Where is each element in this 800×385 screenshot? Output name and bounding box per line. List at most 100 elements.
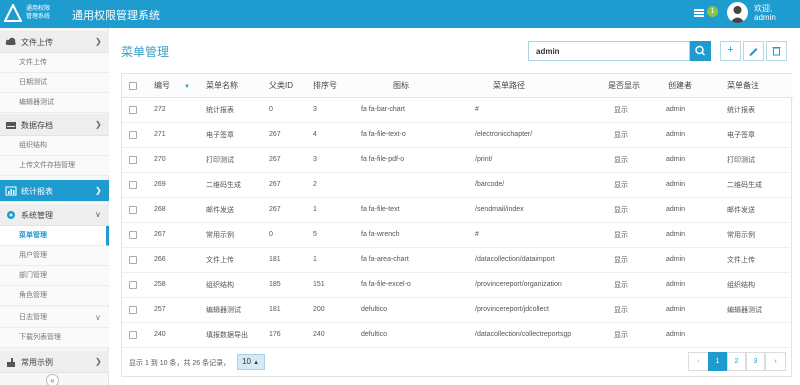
cell-icon: fa fa-file-excel-o — [355, 272, 447, 298]
cell-visible: 显示 — [590, 247, 656, 273]
cell-menu-name: 邮件发送 — [192, 197, 255, 223]
chevron-right-icon: ❯ — [95, 186, 102, 195]
user-greeting[interactable]: 欢迎, admin — [754, 4, 776, 22]
table-row[interactable]: 266 文件上传 181 1 fa fa-area-chart/datacollecti… — [122, 247, 793, 273]
search-button[interactable] — [690, 41, 711, 61]
table-body: 272 统计报表 0 3 fa fa-bar-chart # 显示 admin 统计报表 271 电… — [122, 97, 793, 348]
sidebar-group-file-upload[interactable]: 文件上传 ❯ — [0, 31, 109, 53]
sidebar-item-date-test[interactable]: 日期测试 — [0, 73, 109, 93]
cell-icon: fa fa-file-text-o — [355, 122, 447, 148]
row-select-cell — [122, 272, 141, 298]
row-checkbox[interactable] — [129, 280, 137, 289]
pager-next-button[interactable]: › — [765, 352, 786, 371]
sidebar-item-user-management[interactable]: 用户管理 — [0, 246, 109, 266]
column-header-sort-order[interactable]: 排序号 — [309, 74, 355, 98]
cell-remark: 二维码生成 — [713, 172, 793, 198]
cell-menu-name: 二维码生成 — [192, 172, 255, 198]
row-checkbox[interactable] — [129, 180, 137, 189]
row-checkbox[interactable] — [129, 130, 137, 139]
row-select-cell — [122, 322, 141, 348]
cell-sort-order: 240 — [309, 322, 355, 348]
cell-remark: 电子签章 — [713, 122, 793, 148]
row-checkbox[interactable] — [129, 330, 137, 339]
avatar[interactable] — [727, 2, 748, 23]
table-row[interactable]: 267 常用示例 0 5 fa fa-wrench # 显示 admin 常用示例 — [122, 222, 793, 248]
column-header-menu-path[interactable]: 菜单路径 — [447, 74, 590, 98]
sidebar-item-label: 日志管理 — [19, 314, 47, 321]
row-checkbox[interactable] — [129, 230, 137, 239]
column-header-remark[interactable]: 菜单备注 — [713, 74, 793, 98]
cell-icon: fa fa-area-chart — [355, 247, 447, 273]
row-checkbox[interactable] — [129, 305, 137, 314]
sidebar-item-log-management[interactable]: 日志管理 ∨ — [0, 308, 109, 328]
row-checkbox[interactable] — [129, 155, 137, 164]
column-header-icon[interactable]: 图标 — [355, 74, 447, 98]
username: admin — [754, 13, 776, 22]
row-checkbox[interactable] — [129, 105, 137, 114]
column-header-visible[interactable]: 是否显示 — [590, 74, 656, 98]
column-header-creator[interactable]: 创建者 — [656, 74, 713, 98]
sidebar-item-upload-archive[interactable]: 上传文件存档管理 — [0, 156, 109, 176]
sidebar-item-menu-management[interactable]: 菜单管理 — [0, 226, 109, 246]
sidebar-item-editor-test[interactable]: 编辑器测试 — [0, 93, 109, 113]
cell-visible: 显示 — [590, 222, 656, 248]
message-icon[interactable] — [694, 9, 704, 17]
cell-sort-order: 5 — [309, 222, 355, 248]
cell-id: 257 — [141, 297, 192, 323]
table-row[interactable]: 258 组织结构 185 151 fa fa-file-excel-o/province… — [122, 272, 793, 298]
table-row[interactable]: 268 邮件发送 267 1 fa fa-file-text/sendmail/inde… — [122, 197, 793, 223]
cell-icon: defultico — [355, 297, 447, 323]
sidebar-group-common-examples[interactable]: 常用示例 ❯ — [0, 351, 109, 373]
sidebar-item-role-management[interactable]: 角色管理 — [0, 286, 109, 306]
table-row[interactable]: 271 电子签章 267 4 fa fa-file-text-o/electronicc… — [122, 122, 793, 148]
column-header-id[interactable]: 编号 ▼ — [141, 74, 192, 98]
table-row[interactable]: 240 填报数据导出 176 240 defultico/datacollection/… — [122, 322, 793, 348]
cell-creator: admin — [656, 247, 713, 273]
edit-button[interactable] — [743, 41, 764, 61]
select-all-checkbox[interactable] — [129, 81, 137, 90]
sidebar-group-statistics[interactable]: 统计报表 ❯ — [0, 180, 109, 202]
cell-creator: admin — [656, 272, 713, 298]
pager-page-3[interactable]: 3 — [746, 352, 765, 371]
add-button[interactable]: + — [720, 41, 741, 61]
sort-desc-icon[interactable]: ▼ — [184, 84, 190, 90]
sidebar-item-department-management[interactable]: 部门管理 — [0, 266, 109, 286]
row-checkbox[interactable] — [129, 205, 137, 214]
sidebar-group-data-archive[interactable]: 数据存档 ❯ — [0, 114, 109, 136]
table-row[interactable]: 257 编辑器测试 181 200 defultico/provincereport/j… — [122, 297, 793, 323]
pager-page-1[interactable]: 1 — [708, 352, 727, 371]
column-header-parent-id[interactable]: 父类ID — [255, 74, 309, 98]
delete-button[interactable] — [766, 41, 787, 61]
sidebar-collapse-button[interactable]: « — [46, 374, 59, 385]
cell-id: 240 — [141, 322, 192, 348]
logo-text: 通用权限 管理系统 — [26, 5, 50, 21]
cell-remark: 邮件发送 — [713, 197, 793, 223]
table-row[interactable]: 270 打印测试 267 3 fa fa-file-pdf-o/print/显示 admi… — [122, 147, 793, 173]
page-size-select[interactable]: 10 ▲ — [237, 354, 265, 370]
sidebar-group-system-management[interactable]: 系统管理 ∨ — [0, 204, 109, 226]
sidebar-item-organization[interactable]: 组织结构 — [0, 136, 109, 156]
chevron-right-icon: ❯ — [95, 120, 102, 129]
cell-icon: defultico — [355, 322, 447, 348]
cell-visible: 显示 — [590, 297, 656, 323]
pager-page-2[interactable]: 2 — [727, 352, 746, 371]
cell-creator: admin — [656, 197, 713, 223]
cell-menu-name: 常用示例 — [192, 222, 255, 248]
cell-icon: fa fa-file-text — [355, 197, 447, 223]
cell-sort-order: 1 — [309, 197, 355, 223]
hdd-icon — [6, 122, 16, 129]
search-input[interactable] — [528, 41, 690, 61]
sidebar-item-download-list[interactable]: 下载列表管理 — [0, 328, 109, 348]
cell-parent-id: 185 — [255, 272, 309, 298]
sidebar-item-file-upload[interactable]: 文件上传 — [0, 53, 109, 73]
cell-remark: 编辑器测试 — [713, 297, 793, 323]
column-header-menu-name[interactable]: 菜单名称 — [192, 74, 255, 98]
cell-parent-id: 267 — [255, 197, 309, 223]
table-row[interactable]: 269 二维码生成 267 2/barcode/显示 admin 二维码生成 — [122, 172, 793, 198]
pager-prev-button[interactable]: ‹ — [688, 352, 709, 371]
chevron-right-icon: ❯ — [95, 357, 102, 366]
row-checkbox[interactable] — [129, 255, 137, 264]
cell-menu-path: # — [447, 97, 590, 123]
table-row[interactable]: 272 统计报表 0 3 fa fa-bar-chart # 显示 admin 统计报表 — [122, 97, 793, 123]
select-all-header[interactable] — [122, 74, 141, 98]
